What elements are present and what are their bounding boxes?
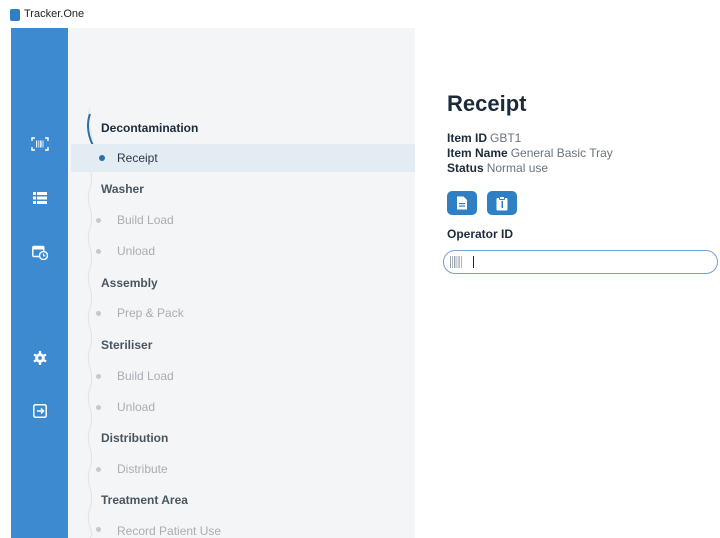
step-steriliser-build-load[interactable]: Build Load xyxy=(71,362,415,390)
text-caret xyxy=(473,256,474,268)
operator-id-input[interactable] xyxy=(443,250,718,274)
step-dot xyxy=(96,527,101,532)
status-row: Status Normal use xyxy=(447,161,548,175)
logout-icon[interactable] xyxy=(11,399,68,423)
operator-id-label: Operator ID xyxy=(447,227,514,241)
group-treatment-area: Treatment Area xyxy=(101,493,188,507)
group-distribution: Distribution xyxy=(101,431,169,445)
clipboard-icon xyxy=(496,195,508,210)
step-active-dot xyxy=(99,155,105,161)
document-icon xyxy=(457,196,467,210)
item-id-label: Item ID xyxy=(447,131,488,145)
step-label: Build Load xyxy=(117,213,174,227)
step-label: Record Patient Use xyxy=(117,524,222,538)
step-dot xyxy=(96,249,101,254)
nav-rail xyxy=(11,28,68,538)
group-steriliser: Steriliser xyxy=(101,338,153,352)
app-logo-icon xyxy=(10,9,20,21)
page-title: Receipt xyxy=(447,91,527,116)
step-dot xyxy=(96,405,101,410)
clipboard-button[interactable] xyxy=(487,191,517,215)
item-id-value: GBT1 xyxy=(490,131,522,145)
document-button[interactable] xyxy=(447,191,477,215)
status-label: Status xyxy=(447,161,484,175)
item-name-label: Item Name xyxy=(447,146,508,160)
app-title: Tracker.One xyxy=(24,8,85,20)
step-label: Distribute xyxy=(117,462,168,476)
title-bar: Tracker.One xyxy=(0,0,720,28)
barcode-icon xyxy=(450,256,462,268)
step-receipt[interactable]: Receipt xyxy=(71,144,415,172)
step-washer-unload[interactable]: Unload xyxy=(71,237,415,265)
list-icon[interactable] xyxy=(11,186,68,210)
step-label: Unload xyxy=(117,244,156,258)
item-name-row: Item Name General Basic Tray xyxy=(447,146,613,160)
step-dot xyxy=(96,311,101,316)
item-name-value: General Basic Tray xyxy=(510,146,613,160)
step-dot xyxy=(96,218,101,223)
step-label: Receipt xyxy=(117,151,158,165)
step-prep-pack[interactable]: Prep & Pack xyxy=(71,299,415,327)
barcode-scan-icon[interactable] xyxy=(11,132,68,156)
calendar-clock-icon[interactable] xyxy=(11,240,68,264)
step-distribute[interactable]: Distribute xyxy=(71,455,415,483)
group-assembly: Assembly xyxy=(101,276,158,290)
step-dot xyxy=(96,374,101,379)
gear-icon[interactable] xyxy=(11,346,68,370)
step-steriliser-unload[interactable]: Unload xyxy=(71,393,415,421)
step-dot xyxy=(96,467,101,472)
item-id-row: Item ID GBT1 xyxy=(447,131,521,145)
group-decontamination: Decontamination xyxy=(101,121,199,135)
step-label: Build Load xyxy=(117,369,174,383)
step-record-patient-use[interactable]: Record Patient Use xyxy=(71,517,415,538)
step-washer-build-load[interactable]: Build Load xyxy=(71,206,415,234)
status-value: Normal use xyxy=(486,161,549,175)
step-label: Unload xyxy=(117,400,156,414)
group-washer: Washer xyxy=(101,182,144,196)
step-label: Prep & Pack xyxy=(117,306,184,320)
